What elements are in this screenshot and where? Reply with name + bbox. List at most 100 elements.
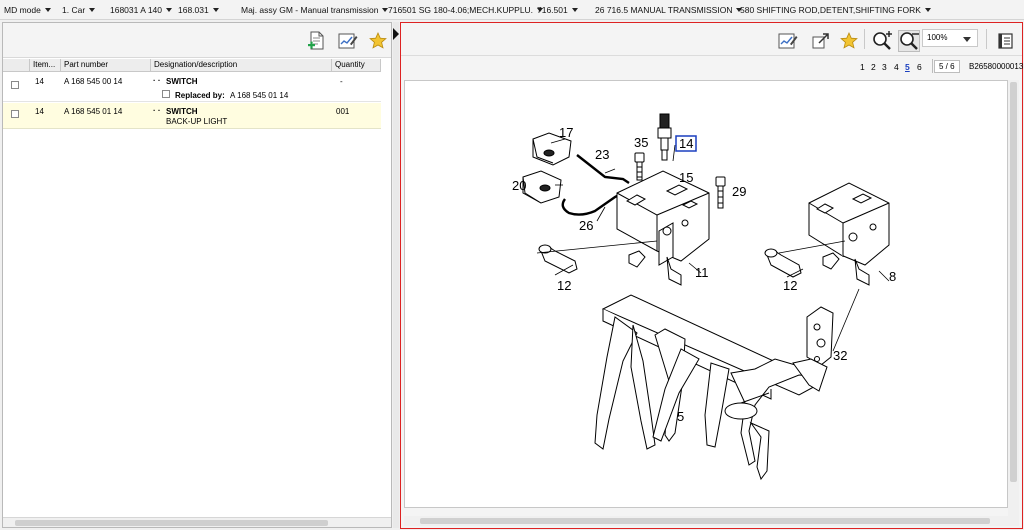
item-label-17[interactable]: 17 — [559, 125, 573, 140]
table-row[interactable]: 14 A 168 545 01 14 · · SWITCH BACK-UP LI… — [3, 103, 381, 129]
designation: SWITCH — [166, 107, 198, 116]
item-label-23[interactable]: 23 — [595, 147, 609, 162]
add-to-cart-button[interactable] — [306, 30, 328, 52]
toolbar-divider — [986, 29, 987, 49]
column-header-select — [3, 59, 30, 72]
vertical-scrollbar[interactable] — [1008, 80, 1019, 526]
part-32-plate — [806, 306, 834, 366]
breadcrumb-item-group[interactable]: 26 716.5 MANUAL TRANSMISSION — [595, 5, 743, 15]
column-header-part-number[interactable]: Part number — [61, 59, 151, 72]
zoom-in-button[interactable] — [871, 30, 893, 52]
drawing-panel: 100% 1 2 3 4 5 6 5 / 6 B26580000013 17 2… — [400, 22, 1023, 529]
item-label-32[interactable]: 32 — [833, 348, 847, 363]
scrollbar-thumb[interactable] — [15, 520, 328, 526]
exploded-drawing[interactable]: 17 23 35 14 15 20 29 26 12 11 12 8 32 5 — [404, 80, 1008, 508]
breadcrumb-item-subgroup[interactable]: 580 SHIFTING ROD,DETENT,SHIFTING FORK — [740, 5, 931, 15]
collapse-arrow-icon[interactable] — [393, 28, 399, 42]
horizontal-scrollbar[interactable] — [404, 516, 1008, 526]
parts-list-toolbar — [3, 23, 391, 58]
scrollbar-thumb[interactable] — [420, 518, 990, 524]
breadcrumb-label: 26 716.5 MANUAL TRANSMISSION — [595, 5, 733, 15]
designation: SWITCH — [166, 77, 198, 86]
item-label-26[interactable]: 26 — [579, 218, 593, 233]
breadcrumb-label: Maj. assy GM - Manual transmission — [241, 5, 379, 15]
item-label-8[interactable]: 8 — [889, 269, 896, 284]
chevron-down-icon[interactable] — [44, 8, 51, 12]
column-header-quantity[interactable]: Quantity — [332, 59, 381, 72]
breadcrumb-label: MD mode — [4, 5, 41, 15]
item-label-20[interactable]: 20 — [512, 178, 526, 193]
quantity: - — [340, 77, 343, 86]
breadcrumb-item-assembly-code[interactable]: 716.501 — [537, 5, 578, 15]
breadcrumb-item-mode[interactable]: MD mode — [4, 5, 51, 15]
item-label-11[interactable]: 11 — [695, 265, 709, 280]
page-link-current[interactable]: 5 — [905, 62, 910, 72]
zoom-out-icon — [900, 32, 919, 50]
table-row[interactable]: 14 A 168 545 00 14 · · SWITCH - Replaced… — [3, 73, 381, 102]
indent-dots: · · — [153, 76, 161, 85]
breadcrumb-item-class[interactable]: 1. Car — [62, 5, 96, 15]
item-label-12-left[interactable]: 12 — [557, 278, 571, 293]
quantity: 001 — [336, 107, 350, 116]
print-list-button[interactable] — [995, 30, 1017, 52]
column-header-item[interactable]: Item... — [30, 59, 61, 72]
chevron-down-icon[interactable] — [924, 8, 931, 12]
drawing-toolbar: 100% — [401, 23, 1022, 56]
zoom-out-button[interactable] — [898, 30, 920, 52]
scrollbar-thumb[interactable] — [1010, 82, 1017, 482]
item-label-12-right[interactable]: 12 — [783, 278, 797, 293]
favorite-button[interactable] — [367, 30, 389, 52]
chevron-down-icon[interactable] — [212, 8, 219, 12]
add-document-icon — [308, 31, 324, 50]
page-link[interactable]: 2 — [871, 62, 876, 72]
chevron-down-icon[interactable] — [963, 37, 971, 42]
divider — [932, 59, 933, 73]
part-35-bolt — [634, 152, 645, 181]
page-link[interactable]: 4 — [894, 62, 899, 72]
row-checkbox[interactable] — [11, 110, 19, 118]
edit-notes-button[interactable] — [337, 30, 359, 52]
replacement-checkbox[interactable] — [162, 90, 170, 98]
page-link[interactable]: 3 — [882, 62, 887, 72]
breadcrumb-item-assembly[interactable]: 716501 SG 180-4.06;MECH.KUPPLU. — [388, 5, 544, 15]
parts-list-panel: Item... Part number Designation/descript… — [2, 22, 392, 528]
column-header-designation[interactable]: Designation/description — [151, 59, 332, 72]
edit-notes-button[interactable] — [777, 30, 799, 52]
replaced-by-value[interactable]: A 168 545 01 14 — [230, 91, 288, 100]
item-number: 14 — [35, 107, 44, 116]
chevron-down-icon[interactable] — [89, 8, 96, 12]
row-checkbox[interactable] — [11, 81, 19, 89]
page-link[interactable]: 1 — [860, 62, 865, 72]
item-label-15[interactable]: 15 — [679, 170, 693, 185]
breadcrumb-item-major-assembly[interactable]: Maj. assy GM - Manual transmission — [241, 5, 389, 15]
panel-splitter[interactable] — [393, 22, 399, 528]
toolbar-divider — [864, 29, 865, 49]
horizontal-scrollbar[interactable] — [3, 517, 391, 527]
chevron-down-icon[interactable] — [571, 8, 578, 12]
item-label-14-selected[interactable]: 14 — [679, 136, 693, 151]
star-icon — [840, 32, 858, 49]
indent-dots: · · — [153, 106, 161, 115]
breadcrumb-item-model[interactable]: 168031 A 140 — [110, 5, 173, 15]
favorite-button[interactable] — [838, 30, 860, 52]
breadcrumb-label: 716501 SG 180-4.06;MECH.KUPPLU. — [388, 5, 534, 15]
star-icon — [369, 32, 387, 49]
zoom-select[interactable]: 100% — [922, 29, 978, 47]
breadcrumb-item-type[interactable]: 168.031 — [178, 5, 219, 15]
replaced-by-label: Replaced by: — [175, 91, 225, 100]
part-29-bolt — [715, 176, 726, 209]
part-number: A 168 545 00 14 — [64, 77, 123, 86]
zoom-in-icon — [873, 31, 892, 50]
item-label-5[interactable]: 5 — [677, 409, 684, 424]
new-window-icon — [812, 33, 829, 49]
part-8-housing — [808, 182, 890, 286]
open-new-window-button[interactable] — [810, 30, 832, 52]
item-number: 14 — [35, 77, 44, 86]
edit-icon — [778, 33, 798, 49]
item-label-35[interactable]: 35 — [634, 135, 648, 150]
part-12-connector-left — [628, 250, 646, 268]
transmission-parts-illustration: 17 23 35 14 15 20 29 26 12 11 12 8 32 5 — [512, 113, 896, 481]
item-label-29[interactable]: 29 — [732, 184, 746, 199]
chevron-down-icon[interactable] — [166, 8, 173, 12]
page-link[interactable]: 6 — [917, 62, 922, 72]
